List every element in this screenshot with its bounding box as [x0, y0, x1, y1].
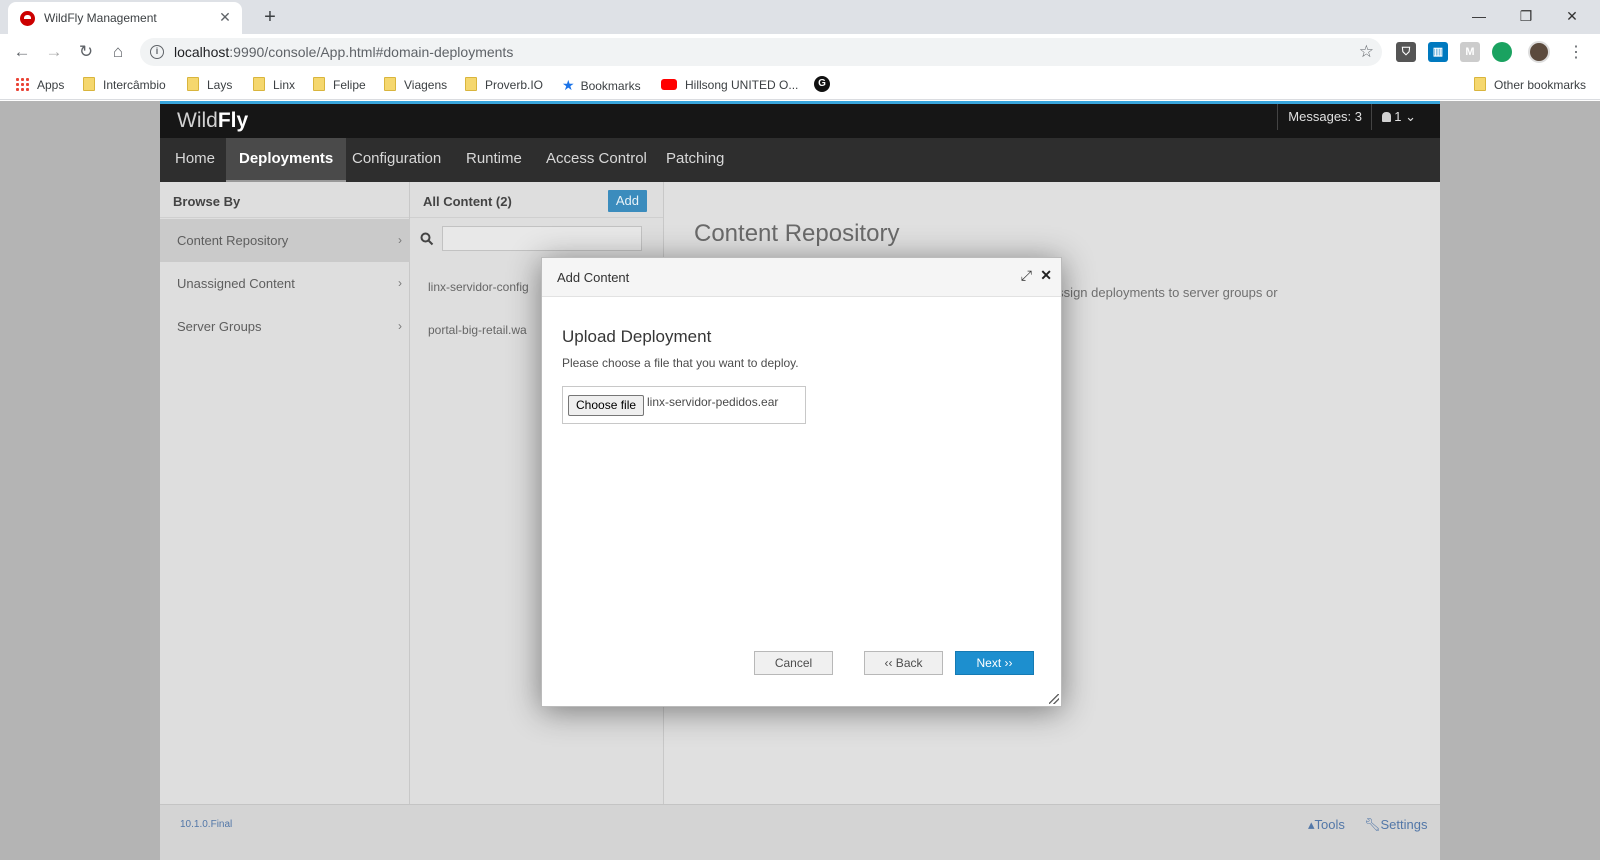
browse-by-header: Browse By	[160, 182, 409, 218]
profile-avatar[interactable]	[1528, 41, 1550, 63]
content-item-portal-big-retail[interactable]: portal-big-retail.wa	[428, 323, 527, 337]
content-search-input[interactable]	[442, 226, 642, 251]
chevron-right-icon: ›	[398, 233, 402, 247]
bookmark-viagens[interactable]: Viagens	[384, 75, 447, 95]
dialog-header: Add Content ⤢ ✕	[542, 258, 1061, 297]
restore-icon[interactable]: ❐	[1503, 3, 1549, 29]
repository-title: Content Repository	[694, 220, 900, 247]
next-button[interactable]: Next ››	[955, 651, 1034, 675]
choose-file-button[interactable]: Choose file	[568, 395, 645, 416]
trello-extension-icon[interactable]: ▥	[1428, 42, 1448, 62]
bookmark-felipe[interactable]: Felipe	[313, 75, 366, 95]
bookmark-intercambio[interactable]: Intercâmbio	[83, 75, 166, 95]
folder-icon	[187, 77, 199, 92]
dialog-title: Add Content	[557, 270, 630, 285]
close-icon[interactable]: ✕	[1040, 267, 1052, 284]
folder-icon	[465, 77, 477, 92]
selected-file-name: linx-servidor-pedidos.ear	[647, 395, 779, 409]
nav-configuration[interactable]: Configuration	[339, 138, 454, 182]
bookmark-proverb[interactable]: Proverb.IO	[465, 75, 543, 95]
browser-menu-icon[interactable]: ⋮	[1568, 42, 1584, 62]
browse-item-unassigned-content[interactable]: Unassigned Content ›	[160, 262, 410, 305]
wildfly-logo[interactable]: WildFly	[177, 109, 248, 133]
bookmark-hillsong[interactable]: Hillsong UNITED O...	[661, 75, 798, 95]
reload-icon[interactable]: ↻	[74, 40, 98, 64]
bookmark-lays[interactable]: Lays	[187, 75, 232, 95]
bookmark-g[interactable]: G	[814, 75, 830, 95]
blue-star-icon: ★	[562, 77, 575, 93]
cancel-button[interactable]: Cancel	[754, 651, 833, 675]
browse-by-column: Browse By Content Repository › Unassigned…	[160, 182, 410, 804]
bookmarks-bar: Apps Intercâmbio Lays Linx Felipe Viagen…	[0, 70, 1600, 100]
chevron-right-icon: ›	[398, 319, 402, 333]
browser-tab[interactable]: WildFly Management ✕	[8, 2, 242, 34]
folder-icon	[1474, 77, 1486, 92]
bookmark-bookmarks[interactable]: ★ Bookmarks	[562, 75, 641, 95]
upload-description: Please choose a file that you want to de…	[562, 356, 799, 370]
browser-tab-strip: WildFly Management ✕ + — ❐ ✕	[0, 0, 1600, 34]
tools-link[interactable]: ▴Tools	[1308, 817, 1345, 833]
back-button[interactable]: ‹‹ Back	[864, 651, 943, 675]
folder-icon	[83, 77, 95, 92]
nav-patching[interactable]: Patching	[653, 138, 737, 182]
wrench-icon: 🔧︎	[1364, 817, 1381, 832]
nav-deployments[interactable]: Deployments	[226, 138, 347, 182]
nav-home[interactable]: Home	[162, 138, 228, 182]
address-bar[interactable]: i localhost:9990/console/App.html#domain…	[140, 38, 1382, 66]
file-input[interactable]: Choose file linx-servidor-pedidos.ear	[562, 386, 806, 424]
add-content-button[interactable]: Add	[607, 190, 647, 212]
search-icon	[420, 232, 434, 246]
home-icon[interactable]: ⌂	[106, 40, 130, 64]
browser-toolbar: ← → ↻ ⌂ i localhost:9990/console/App.htm…	[0, 34, 1600, 70]
wildfly-favicon-icon	[20, 11, 35, 26]
nav-runtime[interactable]: Runtime	[453, 138, 535, 182]
expand-icon[interactable]: ⤢	[1021, 267, 1032, 284]
resize-handle-icon[interactable]	[1049, 694, 1059, 704]
version-link[interactable]: 10.1.0.Final	[180, 819, 232, 830]
g-logo-icon: G	[814, 76, 830, 93]
folder-icon	[313, 77, 325, 92]
add-content-dialog: Add Content ⤢ ✕ Upload Deployment Please…	[541, 257, 1062, 707]
user-menu[interactable]: 1 ⌄	[1371, 104, 1416, 130]
youtube-icon	[661, 78, 677, 90]
extension-shield-icon[interactable]: ⛉	[1396, 42, 1416, 62]
url-text: localhost:9990/console/App.html#domain-d…	[174, 44, 514, 60]
upload-deployment-heading: Upload Deployment	[562, 327, 712, 346]
forward-arrow-icon[interactable]: →	[42, 40, 66, 64]
bookmark-linx[interactable]: Linx	[253, 75, 295, 95]
bookmark-apps[interactable]: Apps	[15, 75, 64, 95]
other-bookmarks[interactable]: Other bookmarks	[1474, 75, 1586, 95]
console-topbar: WildFly Messages: 3 1 ⌄	[160, 101, 1440, 138]
back-arrow-icon[interactable]: ←	[10, 40, 34, 64]
apps-grid-icon	[15, 77, 29, 92]
chevron-down-icon: ⌄	[1405, 109, 1416, 124]
new-tab-icon[interactable]: +	[258, 5, 282, 29]
main-nav: Home Deployments Configuration Runtime A…	[160, 138, 1440, 182]
bookmark-star-icon[interactable]: ☆	[1359, 42, 1374, 62]
repository-text-line2: . Assign deployments to server groups or	[1042, 285, 1278, 300]
folder-icon	[253, 77, 265, 92]
green-extension-icon[interactable]	[1492, 42, 1512, 62]
minimize-icon[interactable]: —	[1456, 3, 1502, 29]
browse-item-content-repository[interactable]: Content Repository ›	[160, 219, 410, 262]
window-close-icon[interactable]: ✕	[1549, 3, 1595, 29]
folder-icon	[384, 77, 396, 92]
user-icon	[1382, 112, 1392, 122]
content-item-linx-servidor-config[interactable]: linx-servidor-config	[428, 280, 529, 294]
messages-link[interactable]: Messages: 3	[1277, 104, 1362, 130]
console-footer: 10.1.0.Final ▴Tools 🔧︎Settings	[160, 804, 1440, 860]
chevron-right-icon: ›	[398, 276, 402, 290]
nav-access-control[interactable]: Access Control	[533, 138, 660, 182]
tab-close-icon[interactable]: ✕	[216, 8, 234, 26]
browse-item-server-groups[interactable]: Server Groups ›	[160, 305, 410, 348]
tab-title: WildFly Management	[44, 11, 157, 25]
site-info-icon[interactable]: i	[150, 45, 164, 59]
settings-link[interactable]: 🔧︎Settings	[1364, 817, 1428, 833]
m-extension-icon[interactable]: M	[1460, 42, 1480, 62]
